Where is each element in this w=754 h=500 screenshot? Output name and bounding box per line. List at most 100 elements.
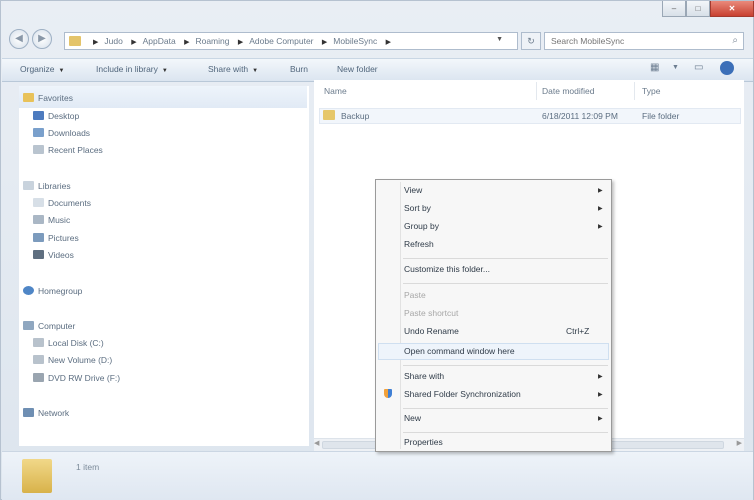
nav-homegroup[interactable]: Homegroup (23, 286, 82, 296)
search-box[interactable]: ⌕ (544, 32, 744, 50)
menu-separator (403, 258, 608, 259)
address-bar[interactable]: ▶ Judo ▶ AppData ▶ Roaming ▶ Adobe Computer … (64, 32, 518, 50)
preview-pane-icon[interactable]: ▭ (694, 62, 703, 76)
documents-icon (33, 198, 44, 207)
menu-item-customize[interactable]: Customize this folder... (404, 264, 490, 274)
column-header-name[interactable]: Name (324, 86, 347, 96)
homegroup-icon (23, 286, 34, 295)
submenu-arrow-icon: ▶ (598, 224, 603, 230)
breadcrumb-item[interactable]: MobileSync (333, 36, 377, 46)
breadcrumb-item[interactable]: Roaming (195, 36, 229, 46)
column-header-type[interactable]: Type (642, 86, 660, 96)
context-menu: View ▶ Sort by ▶ Group by ▶ Refresh Cust… (375, 179, 612, 452)
navigation-pane: Favorites Desktop Downloads Recent Place… (19, 86, 309, 446)
nav-pictures[interactable]: Pictures (33, 233, 79, 243)
menu-item-share-with[interactable]: Share with (404, 371, 444, 381)
menu-separator (403, 408, 608, 409)
breadcrumb: ▶ Judo ▶ AppData ▶ Roaming ▶ Adobe Computer … (93, 36, 391, 46)
nav-libraries[interactable]: Libraries (23, 181, 71, 191)
share-with-button[interactable]: Share with ▼ (208, 64, 258, 74)
nav-desktop[interactable]: Desktop (33, 111, 79, 121)
scroll-left-icon[interactable]: ◀ (314, 439, 319, 447)
computer-icon (23, 321, 34, 330)
submenu-arrow-icon: ▶ (598, 374, 603, 380)
nav-dvd-drive[interactable]: DVD RW Drive (F:) (33, 373, 120, 383)
back-arrow-icon: ◀ (15, 33, 23, 44)
organize-button[interactable]: Organize ▼ (20, 64, 64, 74)
videos-icon (33, 250, 44, 259)
submenu-arrow-icon: ▶ (598, 392, 603, 398)
nav-videos[interactable]: Videos (33, 250, 74, 260)
address-dropdown-icon[interactable]: ▼ (496, 36, 503, 43)
column-divider[interactable] (634, 82, 635, 100)
nav-new-volume[interactable]: New Volume (D:) (33, 355, 112, 365)
submenu-arrow-icon: ▶ (598, 416, 603, 422)
menu-separator (403, 432, 608, 433)
menu-item-shared-folder-sync[interactable]: Shared Folder Synchronization (404, 389, 521, 399)
submenu-arrow-icon: ▶ (598, 188, 603, 194)
search-icon: ⌕ (732, 35, 738, 46)
details-pane: 1 item (2, 451, 753, 500)
minimize-button[interactable]: – (662, 1, 686, 17)
nav-recent-places[interactable]: Recent Places (33, 145, 103, 155)
search-input[interactable] (549, 35, 713, 47)
menu-item-sort-by[interactable]: Sort by (404, 203, 431, 213)
nav-downloads[interactable]: Downloads (33, 128, 90, 138)
nav-computer[interactable]: Computer (23, 321, 75, 331)
nav-favorites[interactable]: Favorites (23, 93, 73, 103)
breadcrumb-item[interactable]: Adobe Computer (249, 36, 313, 46)
submenu-arrow-icon: ▶ (598, 206, 603, 212)
menu-item-refresh[interactable]: Refresh (404, 239, 434, 249)
column-divider[interactable] (536, 82, 537, 100)
nav-documents[interactable]: Documents (33, 198, 91, 208)
explorer-window: – □ ✕ ◀ ▶ ▶ Judo ▶ AppData ▶ Roaming ▶ Adobe… (0, 0, 754, 500)
menu-item-paste-shortcut: Paste shortcut (404, 308, 459, 318)
file-type: File folder (642, 111, 680, 121)
forward-button[interactable]: ▶ (32, 29, 52, 49)
nav-music[interactable]: Music (33, 215, 70, 225)
star-icon (23, 93, 34, 102)
network-icon (23, 408, 34, 417)
pictures-icon (33, 233, 44, 242)
menu-item-new[interactable]: New (404, 413, 421, 423)
help-icon[interactable] (720, 61, 734, 75)
nav-network[interactable]: Network (23, 408, 69, 418)
view-options-icon[interactable]: ▼ (672, 64, 679, 78)
folder-icon (323, 110, 335, 120)
close-button[interactable]: ✕ (710, 1, 754, 17)
dvd-drive-icon (33, 373, 44, 382)
refresh-button[interactable]: ↻ (521, 32, 541, 50)
minimize-icon: – (671, 4, 677, 13)
menu-item-group-by[interactable]: Group by (404, 221, 439, 231)
desktop-icon (33, 111, 44, 120)
drive-icon (33, 355, 44, 364)
file-name[interactable]: Backup (341, 111, 369, 121)
menu-item-open-command-window[interactable]: Open command window here (404, 346, 515, 356)
command-bar: Organize ▼ Include in library ▼ Share with… (2, 58, 753, 82)
undo-shortcut-label: Ctrl+Z (566, 326, 590, 336)
maximize-button[interactable]: □ (686, 1, 710, 17)
breadcrumb-item[interactable]: Judo (104, 36, 122, 46)
item-count: 1 item (76, 462, 100, 472)
burn-button[interactable]: Burn (290, 64, 308, 74)
menu-item-undo-rename[interactable]: Undo Rename (404, 326, 459, 336)
downloads-icon (33, 128, 44, 137)
refresh-icon: ↻ (527, 36, 535, 46)
change-view-icon[interactable]: ▦ (650, 62, 659, 76)
menu-item-view[interactable]: View (404, 185, 422, 195)
folder-icon (69, 36, 81, 46)
back-button[interactable]: ◀ (9, 29, 29, 49)
menu-item-properties[interactable]: Properties (404, 437, 443, 447)
scroll-right-icon[interactable]: ▶ (737, 439, 742, 447)
column-header-date[interactable]: Date modified (542, 86, 594, 96)
menu-separator (403, 365, 608, 366)
include-in-library-button[interactable]: Include in library ▼ (96, 64, 168, 74)
menu-item-paste: Paste (404, 290, 426, 300)
breadcrumb-item[interactable]: AppData (143, 36, 176, 46)
menu-gutter (400, 182, 401, 449)
new-folder-button[interactable]: New folder (337, 64, 378, 74)
forward-arrow-icon: ▶ (38, 33, 46, 44)
nav-local-disk[interactable]: Local Disk (C:) (33, 338, 104, 348)
chevron-down-icon: ▼ (252, 68, 259, 74)
shield-icon (384, 389, 392, 398)
